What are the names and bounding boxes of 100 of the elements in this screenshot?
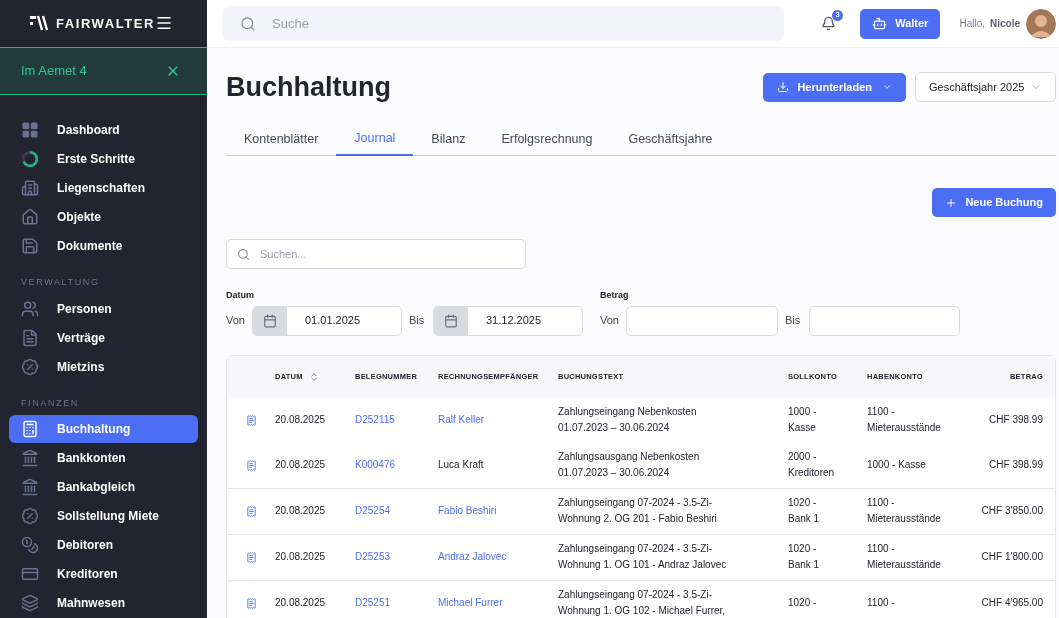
table-search-field[interactable]: Suchen... xyxy=(226,239,526,269)
greeting: Hallo, xyxy=(959,17,985,31)
table-cell-text: 2000 - Kreditoren xyxy=(788,450,836,480)
table-cell: Luca Kraft xyxy=(438,459,484,470)
sidebar-item[interactable]: Mahnwesen xyxy=(9,589,198,617)
recipient-link[interactable]: Ralf Keller xyxy=(438,414,485,425)
section-heading: VERWALTUNG xyxy=(20,276,101,289)
from-label: Von xyxy=(600,313,620,329)
table-cell-text: 1020 - Bank 1 xyxy=(788,542,821,572)
receipt-icon[interactable] xyxy=(245,414,257,426)
download-button[interactable]: Herunterladen xyxy=(763,72,906,102)
table-cell: 20.08.2025 xyxy=(275,505,326,516)
coins-icon xyxy=(21,536,39,554)
search-icon xyxy=(237,248,250,261)
table-cell-text: 1000 - Kasse xyxy=(867,458,927,472)
voucher-link[interactable]: D25253 xyxy=(355,551,391,562)
voucher-link[interactable]: D252115 xyxy=(355,414,395,425)
search-icon xyxy=(240,16,256,32)
table-cell: CHF 398.99 xyxy=(989,414,1043,425)
to-label: Bis xyxy=(785,313,802,329)
table-cell: 20.08.2025 xyxy=(275,459,326,470)
sidebar-item[interactable]: Verträge xyxy=(9,323,198,352)
year-select[interactable]: Geschäftsjahr 2025 xyxy=(915,72,1056,102)
amount-to-field[interactable] xyxy=(809,305,960,336)
buildings-icon xyxy=(21,179,39,197)
table-cell-text: Zahlungseingang 07-2024 - 3.5-Zi- Wohnung 1. OG 101 - Andraz Jalovec xyxy=(558,542,728,572)
sidebar-item[interactable]: Dashboard xyxy=(9,116,198,144)
voucher-link[interactable]: D25254 xyxy=(355,505,391,516)
document-icon xyxy=(21,328,39,347)
sidebar-item[interactable]: Sollstellung Miete xyxy=(9,502,198,530)
percent-icon xyxy=(21,507,39,525)
receipt-icon[interactable] xyxy=(245,505,257,517)
recipient-link[interactable]: Fabio Beshiri xyxy=(438,505,497,516)
tab[interactable]: Bilanz xyxy=(413,122,484,156)
amount-from-field[interactable] xyxy=(626,305,778,336)
recipient-link[interactable]: Michael Furrer xyxy=(438,597,503,608)
receipt-icon[interactable] xyxy=(245,597,257,609)
sidebar-item[interactable]: Buchhaltung xyxy=(9,415,198,443)
sidebar-item[interactable]: Mietzins xyxy=(9,352,198,381)
receipt-icon[interactable] xyxy=(245,551,257,563)
tab[interactable]: Journal xyxy=(336,122,414,156)
tab[interactable]: Geschäftsjahre xyxy=(610,122,731,156)
sidebar-item[interactable]: Personen xyxy=(9,294,198,323)
percent-icon xyxy=(21,357,39,376)
amount-label: Betrag xyxy=(600,289,630,302)
sidebar-item[interactable]: Liegenschaften xyxy=(9,174,198,202)
table-cell-text: 1100 - Mieterausstände xyxy=(867,496,942,526)
date-label: Datum xyxy=(226,289,255,302)
table-cell: 20.08.2025 xyxy=(275,414,326,425)
date-field[interactable]: 31.12.2025 xyxy=(433,305,583,336)
people-icon xyxy=(21,299,39,318)
sidebar-item[interactable]: Erste Schritte xyxy=(9,145,198,173)
search-field[interactable]: Suche xyxy=(222,6,784,41)
table-cell: CHF 3'850.00 xyxy=(981,505,1043,516)
bell-icon[interactable] xyxy=(821,16,837,31)
new-entry-button[interactable]: Neue Buchung xyxy=(932,188,1056,217)
caret-icon xyxy=(882,82,892,92)
table-cell: CHF 1'800.00 xyxy=(981,551,1043,562)
voucher-link[interactable]: D25251 xyxy=(355,597,391,608)
table-cell-text: 1100 - xyxy=(867,596,896,610)
tab[interactable]: Erfolgsrechnung xyxy=(483,122,611,156)
bank-icon xyxy=(21,478,39,496)
sidebar-item[interactable]: Bankkonten xyxy=(9,444,198,472)
receipt-icon[interactable] xyxy=(245,459,257,471)
voucher-link[interactable]: K000476 xyxy=(355,459,396,470)
card-icon xyxy=(21,565,39,583)
table-cell-text: Zahlungseingang 07-2024 - 3.5-Zi- Wohnung 1. OG 102 - Michael Furrer, xyxy=(558,588,727,618)
calculator-icon xyxy=(21,420,39,438)
section-heading: FINANZEN xyxy=(20,396,80,410)
sidebar-item[interactable]: Debitoren xyxy=(9,531,198,559)
sidebar-item[interactable]: Bankabgleich xyxy=(9,473,198,501)
logo-icon xyxy=(30,15,50,32)
calendar-icon xyxy=(444,313,458,328)
table-cell-text: Zahlungseingang Nebenkosten 01.07.2023 – 30.06.2024 xyxy=(558,405,698,435)
page-title: Buchhaltung xyxy=(226,70,391,104)
plus-icon xyxy=(945,196,958,209)
table-cell: CHF 398.99 xyxy=(989,459,1043,470)
table-cell-text: 1000 - Kasse xyxy=(788,405,818,435)
progress-ring-icon xyxy=(21,150,39,168)
sidebar-item[interactable]: Kreditoren xyxy=(9,560,198,588)
date-field[interactable]: 01.01.2025 xyxy=(252,305,402,336)
table-cell-text: 1100 - Mieterausstände xyxy=(867,405,942,435)
download-icon xyxy=(777,81,790,93)
sidebar-item[interactable]: Dokumente xyxy=(9,232,198,260)
property-banner[interactable]: Im Aemet 4 xyxy=(0,46,207,95)
table-cell-text: 1100 - Mieterausstände xyxy=(867,542,942,572)
table-cell-text: 1020 - Bank 1 xyxy=(788,496,821,526)
assistant-button[interactable]: Walter xyxy=(860,8,941,39)
table-cell-text: 1020 - xyxy=(788,596,818,610)
table-cell: 20.08.2025 xyxy=(275,597,326,608)
stack-icon xyxy=(21,594,39,612)
bank-icon xyxy=(21,449,39,467)
table-cell-text: Zahlungsausgang Nebenkosten 01.07.2023 – 30.06.2024 xyxy=(558,450,701,480)
avatar[interactable] xyxy=(1026,8,1056,39)
from-label: Von xyxy=(226,313,246,329)
sidebar-item[interactable]: Objekte xyxy=(9,203,198,231)
recipient-link[interactable]: Andraz Jalovec xyxy=(438,551,507,562)
brand-name: FAIRWALTER xyxy=(56,14,155,33)
sort-icon[interactable] xyxy=(308,371,319,382)
tab[interactable]: Kontenblätter xyxy=(226,122,337,156)
